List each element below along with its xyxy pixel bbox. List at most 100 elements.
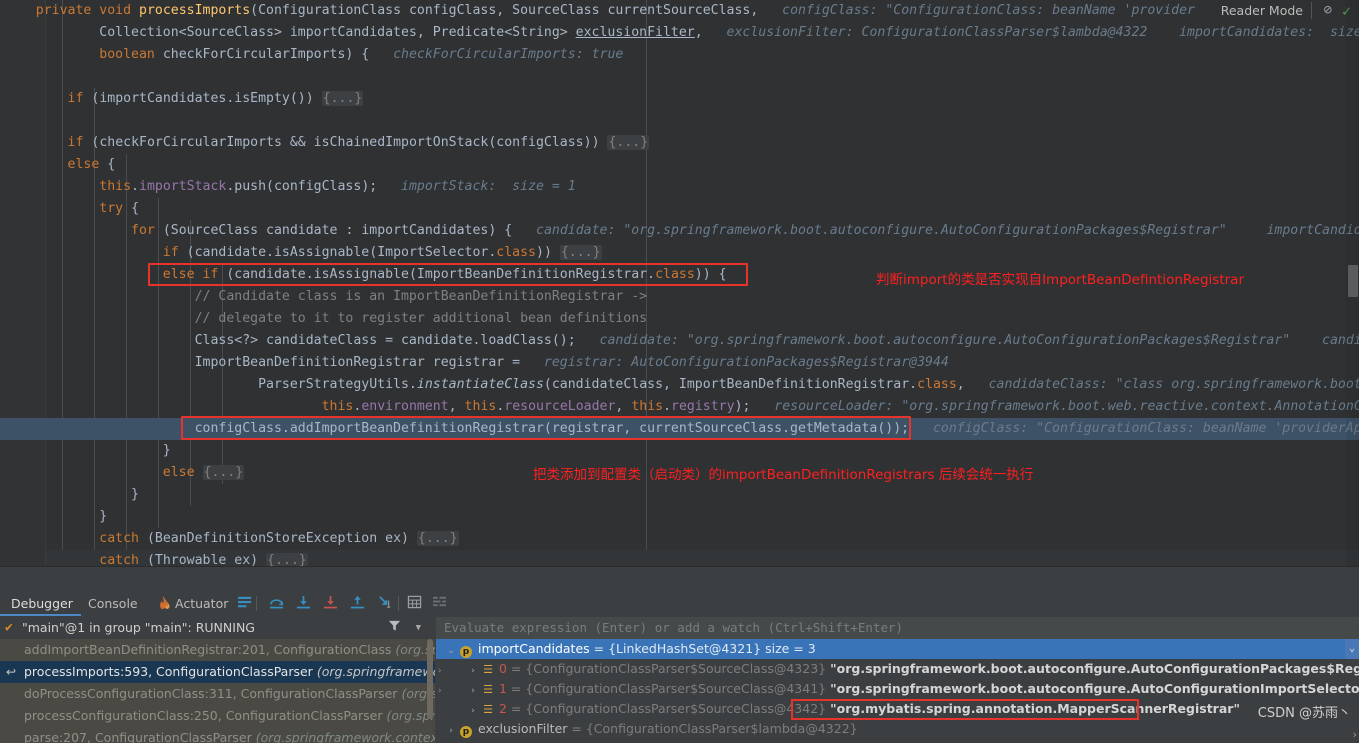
code-line[interactable]: } — [0, 440, 1359, 462]
code-editor[interactable]: private void processImports(Configuratio… — [0, 0, 1359, 566]
code-line[interactable]: this.environment, this.resourceLoader, t… — [0, 396, 1359, 418]
debug-tabs: Debugger Console Actuator — [0, 591, 1359, 616]
tab-debugger[interactable]: Debugger — [11, 591, 73, 616]
variable-equals: = — [567, 721, 586, 736]
variable-row[interactable]: › p exclusionFilter = {ConfigurationClass… — [436, 719, 1359, 739]
reader-mode-label[interactable]: Reader Mode — [1221, 2, 1303, 19]
tool-window-divider[interactable] — [0, 566, 1359, 591]
chevron-right-icon[interactable]: › — [466, 661, 480, 681]
code-line[interactable]: boolean checkForCircularImports) { check… — [0, 44, 1359, 66]
variable-value: "org.springframework.boot.autoconfigure.… — [830, 661, 1359, 676]
code-line[interactable]: configClass.addImportBeanDefinitionRegis… — [0, 418, 1359, 440]
variable-row[interactable]: › ☰ 2 = {ConfigurationClassParser$SourceC… — [436, 699, 1359, 719]
variable-type: {ConfigurationClassParser$lambda@4322} — [585, 721, 858, 736]
chevron-down-icon[interactable]: ▼ — [416, 617, 421, 639]
frame-row[interactable]: processConfigurationClass:250, Configura… — [0, 705, 435, 727]
variable-equals: = — [506, 701, 526, 716]
step-over-icon[interactable] — [268, 595, 285, 612]
variable-name: importCandidates — [474, 641, 590, 656]
variable-value: "org.springframework.boot.autoconfigure.… — [830, 681, 1359, 696]
editor-scrollbar-thumb[interactable] — [1348, 265, 1358, 297]
chevron-right-icon[interactable]: › — [466, 701, 480, 721]
chevron-right-icon[interactable]: › — [466, 681, 480, 701]
debug-tool-window: Debugger Console Actuator ✔ "main"@1 in … — [0, 591, 1359, 743]
frame-current-icon: ↩ — [6, 665, 17, 679]
frames-list[interactable]: addImportBeanDefinitionRegistrar:201, Co… — [0, 639, 435, 743]
reader-mode-separator — [1311, 2, 1312, 19]
array-element-icon: ☰ — [483, 663, 493, 676]
collapse-frames-icon[interactable]: ⌄ — [1345, 639, 1359, 659]
variable-row[interactable]: › ☰ 0 = {ConfigurationClassParser$SourceC… — [436, 659, 1359, 679]
frame-method: processConfigurationClass:250, Configura… — [24, 708, 387, 723]
variable-type: {ConfigurationClassParser$SourceClass@43… — [525, 701, 831, 716]
frame-row[interactable]: addImportBeanDefinitionRegistrar:201, Co… — [0, 639, 435, 661]
frame-row[interactable]: parse:207, ConfigurationClassParser (org… — [0, 727, 435, 743]
frame-method: doProcessConfigurationClass:311, Configu… — [24, 686, 402, 701]
tab-active-underline — [0, 614, 81, 616]
evaluate-expression-input[interactable]: Evaluate expression (Enter) or add a wat… — [436, 617, 1359, 639]
code-line[interactable]: if (checkForCircularImports && isChained… — [0, 132, 1359, 154]
frame-method: addImportBeanDefinitionRegistrar:201, Co… — [24, 642, 396, 657]
code-line[interactable]: for (SourceClass candidate : importCandi… — [0, 220, 1359, 242]
code-line[interactable]: } — [0, 484, 1359, 506]
frame-row[interactable]: ↩ processImports:593, ConfigurationClassP… — [0, 661, 435, 683]
code-line[interactable]: this.importStack.push(configClass); impo… — [0, 176, 1359, 198]
variable-name: 0 — [495, 661, 507, 676]
frame-package: (org.springframework.context.a — [255, 730, 435, 743]
actuator-flame-icon — [156, 595, 173, 612]
code-line[interactable]: Collection<SourceClass> importCandidates… — [0, 22, 1359, 44]
step-into-icon[interactable] — [295, 595, 312, 612]
variable-row[interactable]: ⌄ p importCandidates = {LinkedHashSet@432… — [436, 639, 1359, 659]
thread-running-icon: ✔ — [5, 620, 13, 635]
code-line[interactable]: if (importCandidates.isEmpty()) {...} — [0, 88, 1359, 110]
code-line[interactable]: ImportBeanDefinitionRegistrar registrar … — [0, 352, 1359, 374]
code-line[interactable]: catch (BeanDefinitionStoreException ex) … — [0, 528, 1359, 550]
code-line[interactable]: // Candidate class is an ImportBeanDefin… — [0, 286, 1359, 308]
idea-window: private void processImports(Configuratio… — [0, 0, 1359, 743]
evaluate-expression-icon[interactable] — [406, 595, 423, 612]
thread-status-row[interactable]: ✔ "main"@1 in group "main": RUNNING ▼ — [0, 617, 435, 639]
code-line[interactable]: } — [0, 506, 1359, 528]
inspections-off-icon[interactable]: ⊘ — [1324, 2, 1332, 18]
parameter-icon: p — [460, 726, 472, 738]
thread-status-text: "main"@1 in group "main": RUNNING — [22, 620, 255, 635]
variable-equals: = — [589, 641, 609, 656]
variable-name: 1 — [495, 681, 507, 696]
settings-list-icon[interactable] — [431, 595, 448, 612]
tab-actuator[interactable]: Actuator — [175, 591, 228, 616]
variable-type: {LinkedHashSet@4321} size = 3 — [608, 641, 816, 656]
code-annotation-text: 判断import的类是否实现自ImportBeanDefintionRegist… — [876, 272, 1244, 288]
tab-console[interactable]: Console — [88, 591, 138, 616]
code-line[interactable]: else { — [0, 154, 1359, 176]
code-line[interactable]: try { — [0, 198, 1359, 220]
step-out-icon[interactable] — [349, 595, 366, 612]
variable-type: {ConfigurationClassParser$SourceClass@43… — [525, 661, 831, 676]
force-step-into-icon[interactable] — [322, 595, 339, 612]
run-to-cursor-icon[interactable] — [376, 595, 393, 612]
variables-panel[interactable]: Evaluate expression (Enter) or add a wat… — [436, 617, 1359, 743]
watermark-text: CSDN @苏雨丶 — [1257, 706, 1351, 721]
expand-panel-icon[interactable]: › — [1351, 728, 1358, 741]
code-line[interactable]: private void processImports(Configuratio… — [0, 0, 1359, 22]
filter-icon[interactable] — [388, 617, 401, 639]
variable-name: 2 — [495, 701, 507, 716]
frame-row[interactable]: doProcessConfigurationClass:311, Configu… — [0, 683, 435, 705]
frames-scrollbar-thumb[interactable] — [427, 639, 433, 719]
variable-value: "org.mybatis.spring.annotation.MapperSca… — [830, 701, 1240, 716]
array-element-icon: ☰ — [483, 683, 493, 696]
layout-settings-icon[interactable] — [236, 595, 253, 612]
code-line[interactable]: ParserStrategyUtils.instantiateClass(can… — [0, 374, 1359, 396]
parameter-icon: p — [460, 646, 472, 658]
chevron-down-icon[interactable]: ⌄ — [444, 641, 458, 661]
variable-equals: = — [506, 661, 526, 676]
code-annotation-text: 把类添加到配置类（启动类）的importBeanDefinitionRegist… — [533, 467, 1034, 483]
code-line[interactable]: if (candidate.isAssignable(ImportSelecto… — [0, 242, 1359, 264]
code-line[interactable]: catch (Throwable ex) {...} — [0, 550, 1359, 566]
chevron-right-icon[interactable]: › — [444, 721, 458, 741]
frame-package: (org.springframework.c — [316, 664, 435, 679]
code-line[interactable]: Class<?> candidateClass = candidate.load… — [0, 330, 1359, 352]
variable-row[interactable]: › ☰ 1 = {ConfigurationClassParser$SourceC… — [436, 679, 1359, 699]
code-line[interactable]: // delegate to it to register additional… — [0, 308, 1359, 330]
editor-scrollbar[interactable] — [1346, 0, 1359, 566]
frame-method: processImports:593, ConfigurationClassPa… — [24, 664, 317, 679]
